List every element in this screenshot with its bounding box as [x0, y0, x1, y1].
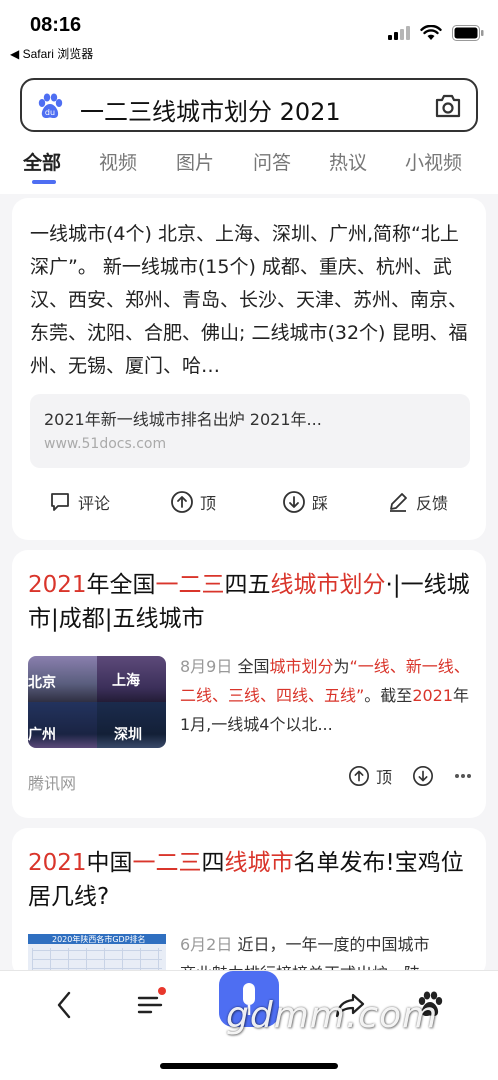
thumb-label: 上海	[112, 673, 140, 689]
back-to-safari-link[interactable]: ◀ Safari 浏览器	[10, 45, 93, 62]
thumbs-up-circle-icon	[348, 766, 369, 786]
tab-all[interactable]: 全部	[23, 148, 61, 175]
thumb-label: 北京	[28, 675, 56, 691]
back-arrow-icon	[57, 991, 71, 1019]
result-thumbnail[interactable]: 北京 上海 广州 深圳	[28, 656, 166, 748]
search-tabs: 全部 视频 图片 问答 热议 小视频	[0, 142, 498, 194]
more-options-icon[interactable]	[454, 773, 472, 779]
upvote-button[interactable]: 顶	[170, 490, 216, 514]
baidu-paw-icon[interactable]: du	[36, 93, 64, 121]
result-card[interactable]: 2021中国一二三四线城市名单发布!宝鸡位居几线? 2020年陕西各市GDP排名…	[12, 828, 486, 978]
thumbs-down-circle-icon	[283, 491, 305, 513]
result-source[interactable]: 腾讯网	[28, 770, 76, 794]
back-button[interactable]	[44, 985, 84, 1025]
status-time: 08:16	[30, 14, 82, 36]
camera-icon[interactable]	[434, 93, 462, 119]
downvote-label: 踩	[312, 494, 329, 513]
bottom-toolbar: gdmm.com	[0, 970, 498, 1080]
feedback-label: 反馈	[416, 494, 449, 513]
source-title[interactable]: 2021年新一线城市排名出炉 2021年...	[44, 406, 322, 430]
pencil-icon	[390, 493, 407, 512]
result-title[interactable]: 2021年全国一二三四五线城市划分·|一线城市|成都|五线城市	[28, 568, 472, 636]
feedback-button[interactable]: 反馈	[386, 490, 448, 514]
thumb-title: 2020年陕西各市GDP排名	[52, 935, 146, 944]
tab-short-video[interactable]: 小视频	[405, 148, 462, 175]
search-box[interactable]: du 一二三线城市划分 2021	[20, 78, 478, 132]
result-actions: 顶	[348, 764, 472, 788]
active-tab-indicator	[32, 180, 56, 184]
search-header: du 一二三线城市划分 2021	[0, 66, 498, 142]
watermark: gdmm.com	[226, 995, 439, 1036]
result-snippet[interactable]: 8月9日 全国城市划分为“一线、新一线、二线、三线、四线、五线”。截至2021年…	[180, 652, 472, 739]
home-indicator	[160, 1063, 338, 1069]
answer-text[interactable]: 一线城市(4个) 北京、上海、深圳、广州,简称“北上深广”。 新一线城市(15个…	[30, 218, 472, 383]
tab-qa[interactable]: 问答	[253, 148, 291, 175]
upvote-button[interactable]: 顶	[348, 764, 392, 788]
menu-icon	[137, 996, 163, 1014]
comment-button[interactable]: 评论	[48, 490, 110, 514]
thumb-label: 广州	[28, 727, 56, 743]
comment-label: 评论	[78, 494, 111, 513]
search-input[interactable]: 一二三线城市划分 2021	[80, 92, 341, 127]
source-url: www.51docs.com	[44, 436, 167, 452]
thumb-label: 深圳	[114, 727, 142, 743]
status-icons	[388, 25, 484, 41]
source-link-box[interactable]: 2021年新一线城市排名出炉 2021年... www.51docs.com	[30, 394, 470, 468]
battery-icon	[452, 25, 484, 41]
cellular-signal-icon	[388, 26, 410, 40]
upvote-label: 顶	[200, 494, 217, 513]
svg-text:du: du	[45, 108, 55, 117]
card-actions: 评论 顶 踩 反馈	[12, 482, 486, 526]
answer-card: 一线城市(4个) 北京、上海、深圳、广州,简称“北上深广”。 新一线城市(15个…	[12, 198, 486, 540]
upvote-label: 顶	[375, 768, 392, 787]
tab-video[interactable]: 视频	[99, 148, 137, 175]
result-title[interactable]: 2021中国一二三四线城市名单发布!宝鸡位居几线?	[28, 846, 472, 914]
downvote-button[interactable]: 踩	[282, 490, 328, 514]
tab-images[interactable]: 图片	[176, 148, 214, 175]
menu-button[interactable]	[130, 985, 170, 1025]
comment-icon	[51, 493, 69, 511]
tab-hot-discussion[interactable]: 热议	[329, 148, 367, 175]
status-bar: 08:16 ◀ Safari 浏览器	[0, 0, 498, 66]
thumbs-up-circle-icon	[171, 491, 193, 513]
wifi-icon	[420, 25, 442, 40]
thumbs-down-circle-icon[interactable]	[412, 765, 434, 787]
result-card[interactable]: 2021年全国一二三四五线城市划分·|一线城市|成都|五线城市 北京 上海 广州…	[12, 550, 486, 818]
notification-dot	[158, 987, 166, 995]
